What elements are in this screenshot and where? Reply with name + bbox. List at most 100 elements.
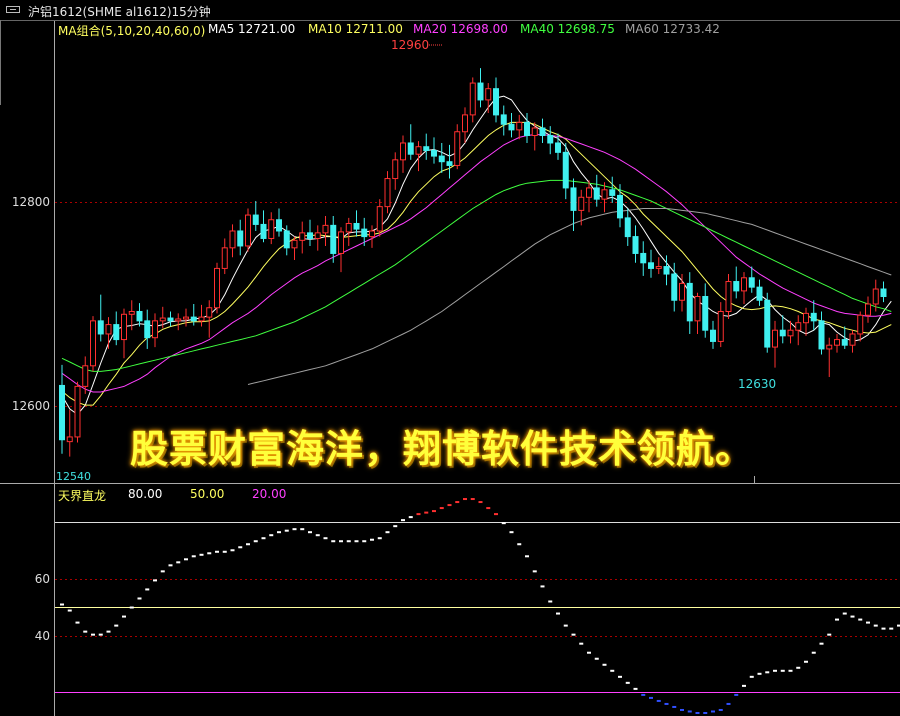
candle-body (469, 82, 476, 116)
candle (733, 266, 740, 299)
candle (307, 219, 313, 246)
candle-body (214, 267, 220, 309)
indicator-point (215, 550, 219, 553)
candle (756, 279, 763, 306)
candle-body (392, 159, 399, 180)
candle-body (276, 219, 282, 232)
indicator-point (517, 543, 522, 546)
indicator-point (672, 705, 677, 708)
indicator-point (695, 711, 700, 714)
candle-body (376, 206, 383, 232)
candle-body (485, 88, 492, 101)
indicator-point (277, 531, 281, 534)
candle (725, 274, 732, 319)
price-tick-lower: 12600 (11, 399, 50, 413)
candle (113, 311, 120, 346)
indicator-point (726, 702, 731, 705)
indicator-point (556, 612, 560, 615)
candle (640, 241, 647, 276)
indicator-point (819, 642, 824, 645)
candle (392, 152, 399, 190)
candle (400, 135, 406, 173)
candle (741, 272, 747, 304)
candle-body (175, 318, 182, 322)
candle (384, 171, 391, 214)
indicator-point (742, 684, 746, 687)
indicator-point (525, 555, 529, 558)
indicator-point (393, 525, 398, 528)
candle-body (144, 320, 151, 339)
indicator-point (114, 624, 119, 627)
candle-body (787, 329, 794, 337)
candle (818, 311, 825, 355)
indicator-point (308, 531, 312, 534)
candle-body (725, 281, 732, 312)
indicator-series (60, 498, 900, 714)
indicator-point (60, 603, 64, 606)
candle-body (82, 365, 89, 387)
indicator-point (168, 564, 173, 567)
indicator-legend: 天界直龙 80.00 50.00 20.00 (58, 487, 458, 503)
candle-body (795, 322, 802, 331)
candle (834, 333, 840, 353)
candle-body (454, 131, 461, 166)
candle-body (74, 385, 81, 438)
indicator-point (463, 498, 467, 501)
indicator-point (788, 669, 793, 672)
candle-body (446, 161, 453, 166)
candle (66, 409, 73, 457)
candle (593, 174, 600, 207)
candle-body (524, 121, 530, 136)
candle-body (655, 266, 662, 269)
indicator-point (300, 528, 305, 531)
candle (624, 208, 631, 246)
candle (679, 274, 685, 312)
candle-body (694, 296, 701, 322)
candle (694, 292, 701, 334)
indicator-point (780, 669, 785, 672)
candle-body (857, 314, 864, 335)
indicator-point (439, 507, 444, 510)
indicator-point (370, 538, 374, 541)
candle-body (221, 247, 228, 269)
candle-body (810, 312, 817, 322)
candle (268, 212, 275, 245)
candle-body (152, 320, 158, 339)
indicator-point (734, 693, 739, 696)
candle-body (90, 320, 96, 367)
candle-body (702, 296, 709, 331)
chart-canvas[interactable] (0, 0, 900, 716)
candle-body (539, 127, 546, 136)
candle (803, 307, 809, 336)
candle (407, 124, 414, 160)
candle-body (578, 196, 585, 211)
low-price-label: 12630 (738, 377, 777, 391)
candle (245, 208, 251, 252)
candle-body (562, 151, 569, 189)
candle (229, 224, 236, 258)
candle-body (826, 344, 833, 350)
candle (353, 210, 360, 237)
candle-body (555, 142, 561, 153)
indicator-point (346, 540, 351, 543)
indicator-point (408, 516, 413, 519)
candle-body (330, 224, 337, 254)
candle-body (570, 187, 577, 211)
candle-body (291, 239, 298, 249)
candle (508, 113, 515, 138)
indicator-point (261, 537, 266, 540)
candle-body (113, 324, 120, 341)
candle (462, 107, 468, 143)
candle (291, 236, 298, 260)
candle-body (648, 262, 654, 269)
indicator-point (339, 540, 343, 543)
candle-body (586, 187, 592, 198)
candle (454, 124, 461, 170)
indicator-point (711, 710, 715, 713)
candle (206, 300, 213, 338)
candle-body (183, 316, 189, 320)
candle-body (741, 277, 747, 292)
indicator-point (377, 537, 382, 540)
ma60-line (247, 208, 892, 385)
candle-body (237, 230, 244, 247)
